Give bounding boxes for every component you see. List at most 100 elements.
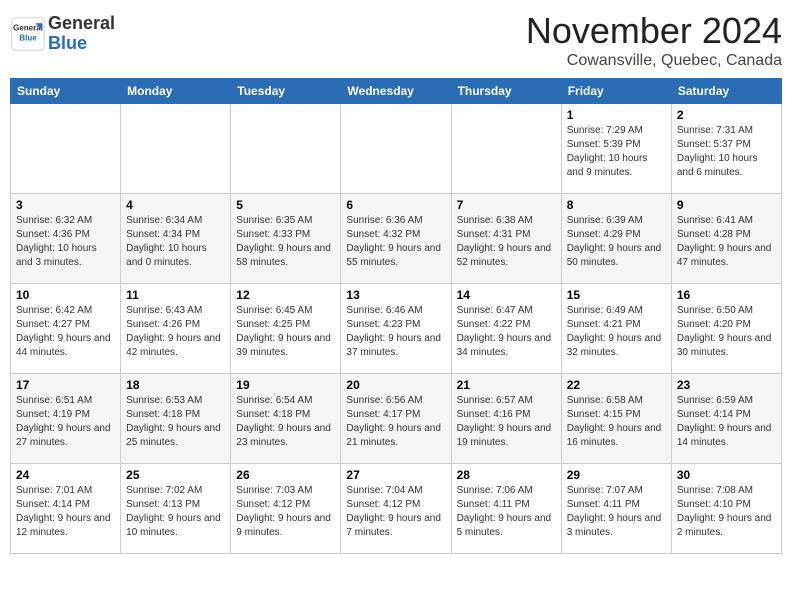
calendar-cell (11, 104, 121, 194)
day-info: Sunrise: 6:46 AM Sunset: 4:23 PM Dayligh… (346, 304, 445, 360)
day-number: 27 (346, 468, 445, 482)
calendar-cell: 18 Sunrise: 6:53 AM Sunset: 4:18 PM Dayli… (121, 374, 231, 464)
day-info: Sunrise: 7:01 AM Sunset: 4:14 PM Dayligh… (16, 484, 115, 540)
day-info: Sunrise: 7:31 AM Sunset: 5:37 PM Dayligh… (677, 124, 776, 180)
calendar-cell (451, 104, 561, 194)
day-info: Sunrise: 6:50 AM Sunset: 4:20 PM Dayligh… (677, 304, 776, 360)
calendar-cell: 29 Sunrise: 7:07 AM Sunset: 4:11 PM Dayli… (561, 464, 671, 554)
day-number: 12 (236, 288, 335, 302)
calendar-table: SundayMondayTuesdayWednesdayThursdayFrid… (10, 78, 782, 554)
day-number: 11 (126, 288, 225, 302)
calendar-cell: 8 Sunrise: 6:39 AM Sunset: 4:29 PM Daylig… (561, 194, 671, 284)
calendar-cell: 3Sunrise: 6:32 AM Sunset: 4:36 PM Daylig… (11, 194, 121, 284)
day-info: Sunrise: 6:39 AM Sunset: 4:29 PM Dayligh… (567, 214, 666, 270)
page-header: General Blue General Blue November 2024 … (10, 10, 782, 70)
day-number: 29 (567, 468, 666, 482)
svg-text:Blue: Blue (19, 33, 37, 42)
calendar-week-1: 3Sunrise: 6:32 AM Sunset: 4:36 PM Daylig… (11, 194, 782, 284)
calendar-cell: 16 Sunrise: 6:50 AM Sunset: 4:20 PM Dayli… (671, 284, 781, 374)
day-info: Sunrise: 6:59 AM Sunset: 4:14 PM Dayligh… (677, 394, 776, 450)
day-info: Sunrise: 6:58 AM Sunset: 4:15 PM Dayligh… (567, 394, 666, 450)
day-info: Sunrise: 6:56 AM Sunset: 4:17 PM Dayligh… (346, 394, 445, 450)
calendar-header: SundayMondayTuesdayWednesdayThursdayFrid… (11, 79, 782, 104)
calendar-cell: 6Sunrise: 6:36 AM Sunset: 4:32 PM Daylig… (341, 194, 451, 284)
day-number: 24 (16, 468, 115, 482)
calendar-cell: 30Sunrise: 7:08 AM Sunset: 4:10 PM Dayli… (671, 464, 781, 554)
day-info: Sunrise: 6:51 AM Sunset: 4:19 PM Dayligh… (16, 394, 115, 450)
day-number: 9 (677, 198, 776, 212)
calendar-cell: 20Sunrise: 6:56 AM Sunset: 4:17 PM Dayli… (341, 374, 451, 464)
month-title: November 2024 (526, 10, 782, 52)
day-number: 16 (677, 288, 776, 302)
calendar-cell: 27 Sunrise: 7:04 AM Sunset: 4:12 PM Dayli… (341, 464, 451, 554)
day-number: 17 (16, 378, 115, 392)
calendar-cell: 28 Sunrise: 7:06 AM Sunset: 4:11 PM Dayli… (451, 464, 561, 554)
calendar-cell: 7 Sunrise: 6:38 AM Sunset: 4:31 PM Daylig… (451, 194, 561, 284)
day-number: 13 (346, 288, 445, 302)
day-info: Sunrise: 6:42 AM Sunset: 4:27 PM Dayligh… (16, 304, 115, 360)
calendar-cell: 22 Sunrise: 6:58 AM Sunset: 4:15 PM Dayli… (561, 374, 671, 464)
calendar-cell: 2 Sunrise: 7:31 AM Sunset: 5:37 PM Daylig… (671, 104, 781, 194)
day-number: 10 (16, 288, 115, 302)
calendar-body: 1Sunrise: 7:29 AM Sunset: 5:39 PM Daylig… (11, 104, 782, 554)
day-number: 2 (677, 108, 776, 122)
calendar-week-2: 10 Sunrise: 6:42 AM Sunset: 4:27 PM Dayli… (11, 284, 782, 374)
calendar-cell: 9 Sunrise: 6:41 AM Sunset: 4:28 PM Daylig… (671, 194, 781, 284)
calendar-cell: 19Sunrise: 6:54 AM Sunset: 4:18 PM Dayli… (231, 374, 341, 464)
calendar-cell: 4 Sunrise: 6:34 AM Sunset: 4:34 PM Daylig… (121, 194, 231, 284)
day-number: 15 (567, 288, 666, 302)
day-number: 25 (126, 468, 225, 482)
day-info: Sunrise: 6:38 AM Sunset: 4:31 PM Dayligh… (457, 214, 556, 270)
logo-icon: General Blue (10, 16, 46, 52)
day-info: Sunrise: 7:07 AM Sunset: 4:11 PM Dayligh… (567, 484, 666, 540)
calendar-cell: 25 Sunrise: 7:02 AM Sunset: 4:13 PM Dayli… (121, 464, 231, 554)
day-info: Sunrise: 7:02 AM Sunset: 4:13 PM Dayligh… (126, 484, 225, 540)
day-number: 7 (457, 198, 556, 212)
calendar-cell (231, 104, 341, 194)
header-row: SundayMondayTuesdayWednesdayThursdayFrid… (11, 79, 782, 104)
day-info: Sunrise: 7:04 AM Sunset: 4:12 PM Dayligh… (346, 484, 445, 540)
day-info: Sunrise: 6:36 AM Sunset: 4:32 PM Dayligh… (346, 214, 445, 270)
day-info: Sunrise: 6:45 AM Sunset: 4:25 PM Dayligh… (236, 304, 335, 360)
title-block: November 2024 Cowansville, Quebec, Canad… (526, 10, 782, 70)
header-day-friday: Friday (561, 79, 671, 104)
day-number: 30 (677, 468, 776, 482)
day-info: Sunrise: 6:47 AM Sunset: 4:22 PM Dayligh… (457, 304, 556, 360)
header-day-tuesday: Tuesday (231, 79, 341, 104)
header-day-wednesday: Wednesday (341, 79, 451, 104)
calendar-week-0: 1Sunrise: 7:29 AM Sunset: 5:39 PM Daylig… (11, 104, 782, 194)
day-info: Sunrise: 6:41 AM Sunset: 4:28 PM Dayligh… (677, 214, 776, 270)
day-number: 23 (677, 378, 776, 392)
calendar-cell: 11 Sunrise: 6:43 AM Sunset: 4:26 PM Dayli… (121, 284, 231, 374)
calendar-week-3: 17 Sunrise: 6:51 AM Sunset: 4:19 PM Dayli… (11, 374, 782, 464)
calendar-cell (341, 104, 451, 194)
calendar-cell: 23 Sunrise: 6:59 AM Sunset: 4:14 PM Dayli… (671, 374, 781, 464)
logo-text: General Blue (48, 14, 115, 54)
day-number: 8 (567, 198, 666, 212)
day-info: Sunrise: 7:03 AM Sunset: 4:12 PM Dayligh… (236, 484, 335, 540)
calendar-cell: 26Sunrise: 7:03 AM Sunset: 4:12 PM Dayli… (231, 464, 341, 554)
day-number: 14 (457, 288, 556, 302)
header-day-thursday: Thursday (451, 79, 561, 104)
day-info: Sunrise: 7:06 AM Sunset: 4:11 PM Dayligh… (457, 484, 556, 540)
day-number: 19 (236, 378, 335, 392)
day-info: Sunrise: 6:57 AM Sunset: 4:16 PM Dayligh… (457, 394, 556, 450)
day-number: 18 (126, 378, 225, 392)
header-day-sunday: Sunday (11, 79, 121, 104)
day-number: 4 (126, 198, 225, 212)
calendar-cell: 10 Sunrise: 6:42 AM Sunset: 4:27 PM Dayli… (11, 284, 121, 374)
day-number: 22 (567, 378, 666, 392)
calendar-cell: 15Sunrise: 6:49 AM Sunset: 4:21 PM Dayli… (561, 284, 671, 374)
day-number: 28 (457, 468, 556, 482)
day-info: Sunrise: 6:34 AM Sunset: 4:34 PM Dayligh… (126, 214, 225, 270)
day-info: Sunrise: 6:32 AM Sunset: 4:36 PM Dayligh… (16, 214, 115, 270)
day-info: Sunrise: 6:35 AM Sunset: 4:33 PM Dayligh… (236, 214, 335, 270)
logo: General Blue General Blue (10, 14, 115, 54)
day-info: Sunrise: 6:53 AM Sunset: 4:18 PM Dayligh… (126, 394, 225, 450)
day-number: 21 (457, 378, 556, 392)
calendar-cell: 17 Sunrise: 6:51 AM Sunset: 4:19 PM Dayli… (11, 374, 121, 464)
header-day-saturday: Saturday (671, 79, 781, 104)
calendar-cell: 12 Sunrise: 6:45 AM Sunset: 4:25 PM Dayli… (231, 284, 341, 374)
calendar-cell (121, 104, 231, 194)
day-info: Sunrise: 6:43 AM Sunset: 4:26 PM Dayligh… (126, 304, 225, 360)
